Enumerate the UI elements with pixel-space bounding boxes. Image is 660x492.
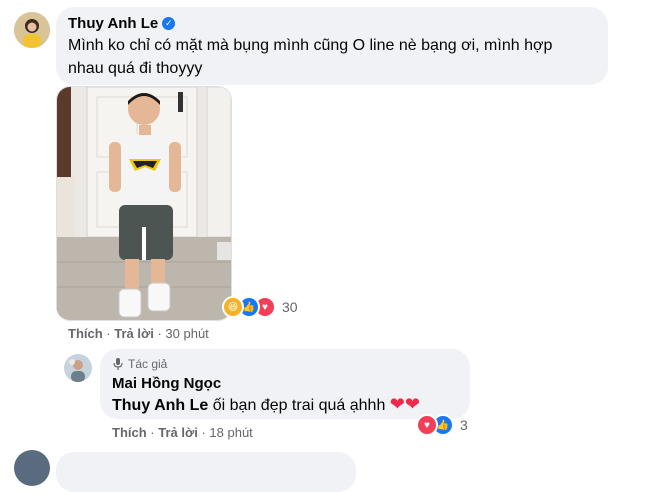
reply-reactions[interactable]: ♥ 👍 3 (416, 414, 468, 436)
comment-text-line-1: Mình ko chỉ có mặt mà bụng mình cũng O l… (68, 37, 553, 54)
reply-bubble: Tác giả Mai Hồng Ngọc Thuy Anh Le ối bạn… (100, 349, 470, 419)
comment-time[interactable]: 30 phút (165, 326, 208, 341)
reply-actions: Thích · Trả lời · 18 phút (112, 425, 253, 440)
comment-text-line-2: nhau quá đi thoyyy (68, 60, 203, 77)
author-badge-label: Tác giả (128, 357, 168, 371)
comment-like-link[interactable]: Thích (68, 326, 103, 341)
reply-time[interactable]: 18 phút (209, 425, 252, 440)
comment-reaction-count: 30 (282, 299, 298, 315)
comment-reactions[interactable]: 😆 👍 ♥ 30 (222, 296, 298, 318)
reply-like-link[interactable]: Thích (112, 425, 147, 440)
microphone-icon (113, 358, 123, 370)
commenter-avatar[interactable] (14, 12, 50, 48)
reply-reaction-count: 3 (460, 417, 468, 433)
reply-author-name[interactable]: Mai Hồng Ngọc (112, 375, 221, 392)
haha-reaction-icon: 😆 (222, 296, 244, 318)
comment-photo[interactable] (56, 86, 232, 321)
next-comment-bubble (56, 452, 356, 492)
comment-author-name[interactable]: Thuy Anh Le (68, 15, 158, 32)
love-reaction-icon: ♥ (416, 414, 438, 436)
reply-mention[interactable]: Thuy Anh Le (112, 397, 208, 414)
verified-badge-icon: ✓ (162, 17, 176, 31)
comment-bubble: Thuy Anh Le ✓ Mình ko chỉ có mặt mà bụng … (56, 7, 608, 85)
comment-actions: Thích · Trả lời · 30 phút (68, 326, 209, 341)
comment-reply-link[interactable]: Trả lời (114, 326, 154, 341)
next-commenter-avatar[interactable] (14, 450, 50, 486)
reply-reply-link[interactable]: Trả lời (158, 425, 198, 440)
heart-emoji: ❤❤ (389, 394, 420, 414)
reply-text: ối bạn đẹp trai quá ạhhh (212, 397, 386, 414)
reply-author-avatar[interactable] (64, 354, 92, 382)
